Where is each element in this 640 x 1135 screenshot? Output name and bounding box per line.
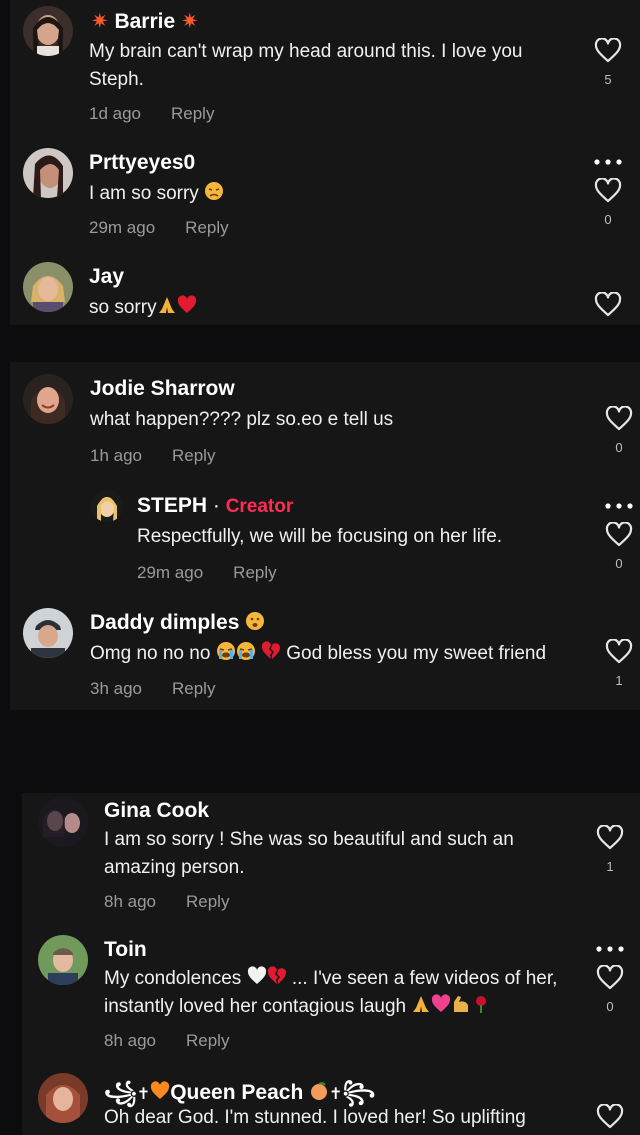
- heart-outline-icon[interactable]: [594, 178, 622, 204]
- sparkle-icon: ✷: [181, 10, 199, 33]
- hushed-face-emoji-icon: [246, 612, 265, 630]
- more-dots-icon[interactable]: [595, 946, 625, 952]
- timestamp: 3h ago: [90, 679, 142, 698]
- heart-outline-icon[interactable]: [605, 406, 633, 432]
- reply-button[interactable]: Reply: [186, 892, 229, 911]
- comment-meta: 1d ago Reply: [89, 104, 244, 124]
- broken-heart-emoji-icon: [267, 966, 286, 984]
- flexed-biceps-emoji-icon: [454, 996, 469, 1012]
- more-dots-icon[interactable]: [604, 503, 634, 509]
- comment-text: Respectfully, we will be focusing on her…: [137, 526, 503, 547]
- commenter-name[interactable]: Jodie Sharrow: [90, 377, 235, 401]
- white-heart-emoji-icon: [247, 966, 266, 984]
- comment-text: what happen???? plz so.eo e tell us: [90, 409, 394, 430]
- avatar[interactable]: [23, 374, 73, 424]
- broken-heart-emoji-icon: [261, 641, 280, 659]
- avatar[interactable]: [23, 6, 73, 56]
- heart-outline-icon[interactable]: [605, 639, 633, 665]
- commenter-name[interactable]: Jay: [89, 265, 124, 289]
- timestamp: 8h ago: [104, 1031, 156, 1050]
- commenter-name[interactable]: Prttyeyes0: [89, 151, 195, 175]
- commenter-name[interactable]: ✷ Barrie ✷: [91, 9, 199, 34]
- comment-text: so sorry: [89, 294, 197, 322]
- reply-button[interactable]: Reply: [233, 563, 276, 582]
- orange-heart-emoji-icon: [151, 1081, 170, 1099]
- reply-button[interactable]: Reply: [172, 446, 215, 465]
- red-heart-emoji-icon: [177, 295, 196, 313]
- comment-text: My condolences ... I've seen a few video…: [104, 966, 558, 1017]
- avatar[interactable]: [23, 608, 73, 658]
- crying-face-emoji-icon: [216, 642, 235, 660]
- heart-outline-icon[interactable]: [596, 825, 624, 851]
- avatar[interactable]: [38, 935, 88, 985]
- creator-badge: Creator: [225, 496, 294, 517]
- comment-meta: 1h ago Reply: [90, 446, 245, 466]
- like-count: 1: [606, 859, 614, 874]
- comment-text: I am so sorry: [89, 180, 569, 208]
- timestamp: 1d ago: [89, 104, 141, 123]
- dagger-icon: ✝: [329, 1086, 343, 1103]
- timestamp: 8h ago: [104, 892, 156, 911]
- like-count: 5: [604, 72, 612, 87]
- timestamp: 29m ago: [137, 563, 204, 582]
- comment-meta: 8h ago Reply: [104, 1031, 259, 1051]
- comment-meta: 8h ago Reply: [104, 892, 259, 912]
- peach-emoji-icon: [311, 1082, 328, 1100]
- heart-outline-icon[interactable]: [605, 522, 633, 548]
- like-count: 0: [604, 212, 612, 227]
- avatar[interactable]: [38, 797, 88, 847]
- comment-text: Omg no no no God bless you my sweet frie…: [90, 641, 547, 664]
- sparkling-heart-emoji-icon: [432, 994, 451, 1012]
- comment-text: I am so sorry ! She was so beautiful and…: [104, 829, 514, 878]
- crying-face-emoji-icon: [236, 642, 255, 660]
- heart-outline-icon[interactable]: [594, 292, 622, 318]
- swirl-icon: ꧂: [342, 1081, 376, 1104]
- timestamp: 1h ago: [90, 446, 142, 465]
- avatar[interactable]: [23, 262, 73, 312]
- sparkle-icon: ✷: [91, 10, 109, 33]
- reply-button[interactable]: Reply: [185, 218, 228, 237]
- disappointed-face-emoji-icon: [205, 182, 224, 200]
- comment-meta: 29m ago Reply: [137, 563, 307, 583]
- heart-outline-icon[interactable]: [594, 38, 622, 64]
- timestamp: 29m ago: [89, 218, 156, 237]
- avatar[interactable]: [38, 1073, 88, 1123]
- praying-hands-emoji-icon: [158, 297, 175, 313]
- commenter-name[interactable]: Toin: [104, 938, 147, 962]
- swirl-icon: ꧁: [104, 1081, 137, 1104]
- reply-button[interactable]: Reply: [186, 1031, 229, 1050]
- reply-button[interactable]: Reply: [172, 679, 215, 698]
- like-count: 0: [615, 556, 623, 571]
- rose-emoji-icon: [476, 996, 487, 1013]
- comment-meta: 3h ago Reply: [90, 679, 245, 699]
- comment-text: My brain can't wrap my head around this.…: [89, 41, 523, 90]
- like-count: 1: [615, 673, 623, 688]
- heart-outline-icon[interactable]: [596, 1104, 624, 1130]
- more-dots-icon[interactable]: [593, 159, 623, 165]
- like-count: 0: [606, 999, 614, 1014]
- avatar[interactable]: [23, 148, 73, 198]
- like-count: 0: [615, 440, 623, 455]
- dagger-icon: ✝: [136, 1086, 151, 1103]
- heart-outline-icon[interactable]: [596, 965, 624, 991]
- reply-button[interactable]: Reply: [171, 104, 214, 123]
- commenter-name[interactable]: STEPH · Creator: [137, 494, 293, 518]
- comment-text: Oh dear God. I'm stunned. I loved her! S…: [104, 1107, 526, 1128]
- avatar[interactable]: [91, 490, 123, 522]
- comment-meta: 29m ago Reply: [89, 218, 259, 238]
- commenter-name[interactable]: Gina Cook: [104, 799, 209, 823]
- praying-hands-emoji-icon: [413, 996, 430, 1012]
- commenter-name[interactable]: Daddy dimples: [90, 611, 265, 635]
